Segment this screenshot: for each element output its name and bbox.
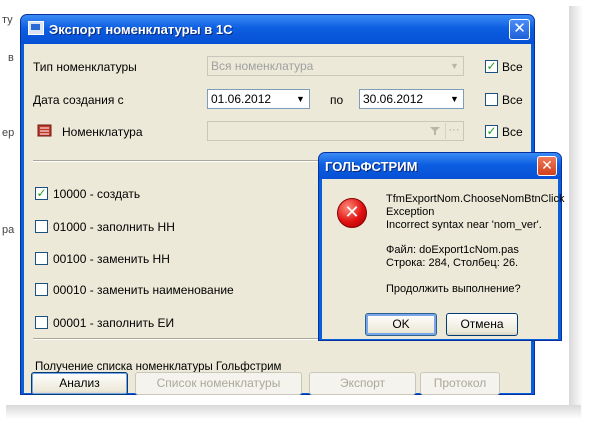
background-window-text: в: [8, 52, 14, 64]
nomenclature-type-value: Вся номенклатура: [211, 59, 314, 73]
error-message-line: Файл: doExport1cNom.pas: [386, 244, 519, 256]
close-button[interactable]: ✕: [537, 156, 557, 176]
date-from-value: 01.06.2012: [211, 92, 272, 106]
error-message-line: Incorrect syntax near 'nom_ver'.: [386, 219, 542, 231]
export-dialog-title: Экспорт номенклатуры в 1С: [49, 22, 233, 37]
nomenclature-type-select[interactable]: Вся номенклатура ▼: [207, 56, 464, 76]
error-dialog: ГОЛЬФСТРИМ ✕ ✕ TfmExportNom.ChooseNomBtn…: [318, 152, 565, 341]
ellipsis-button[interactable]: ···: [445, 123, 462, 139]
creation-date-label: Дата создания с: [33, 93, 124, 107]
type-all-checkbox[interactable]: ✓: [485, 60, 498, 73]
error-message-line: Строка: 284, Столбец: 26.: [386, 257, 519, 269]
export-button[interactable]: Экспорт: [309, 372, 416, 395]
date-all-label: Все: [502, 93, 523, 107]
export-dialog-titlebar[interactable]: Экспорт номенклатуры в 1С ✕: [21, 15, 534, 44]
protocol-button[interactable]: Протокол: [420, 372, 500, 395]
ok-button[interactable]: OK: [365, 313, 437, 336]
catalog-book-icon: [37, 124, 52, 137]
option-label: 10000 - создать: [53, 187, 141, 201]
nomenclature-select[interactable]: [207, 121, 464, 141]
date-to-picker[interactable]: 30.06.2012 ▼: [359, 89, 464, 109]
window-shadow: [569, 6, 583, 418]
option-label: 00001 - заполнить ЕИ: [53, 316, 175, 330]
date-all-checkbox[interactable]: [485, 93, 498, 106]
option-checkbox[interactable]: [35, 252, 48, 265]
background-window-text: ту: [2, 14, 13, 26]
option-label: 01000 - заполнить НН: [53, 220, 175, 234]
chevron-down-icon[interactable]: ▼: [292, 90, 309, 108]
date-to-label: по: [330, 93, 344, 107]
chevron-down-icon[interactable]: ▼: [446, 90, 463, 108]
error-message-line: TfmExportNom.ChooseNomBtnClick: [386, 193, 565, 205]
analyze-button[interactable]: Анализ: [31, 372, 128, 395]
app-window-icon: [28, 21, 44, 35]
error-message-line: Exception: [386, 206, 435, 218]
nomenclature-all-checkbox[interactable]: ✓: [485, 125, 498, 138]
option-checkbox[interactable]: [35, 283, 48, 296]
nomenclature-list-button[interactable]: Список номенклатуры: [135, 372, 302, 395]
option-checkbox[interactable]: ✓: [35, 187, 48, 200]
option-label: 00010 - заменить наименование: [53, 283, 234, 297]
nomenclature-label: Номенклатура: [62, 125, 143, 139]
window-shadow: [6, 405, 581, 419]
option-checkbox[interactable]: [35, 316, 48, 329]
option-checkbox[interactable]: [35, 220, 48, 233]
error-dialog-titlebar[interactable]: ГОЛЬФСТРИМ ✕: [319, 153, 561, 179]
chevron-down-icon[interactable]: ▼: [446, 57, 463, 75]
background-window-text: ер: [2, 127, 15, 139]
cancel-button[interactable]: Отмена: [446, 313, 518, 336]
error-dialog-title: ГОЛЬФСТРИМ: [325, 159, 418, 174]
type-all-label: Все: [502, 60, 523, 74]
background-window-text: ра: [2, 224, 15, 236]
nomenclature-type-label: Тип номенклатуры: [33, 60, 137, 74]
error-x-icon: ✕: [337, 198, 367, 228]
option-label: 00100 - заменить НН: [53, 252, 170, 266]
error-prompt: Продолжить выполнение?: [386, 283, 521, 295]
date-to-value: 30.06.2012: [363, 92, 424, 106]
date-from-picker[interactable]: 01.06.2012 ▼: [207, 89, 310, 109]
filter-funnel-icon[interactable]: [429, 125, 441, 137]
error-dialog-body: ✕ TfmExportNom.ChooseNomBtnClick Excepti…: [322, 179, 565, 339]
nomenclature-all-label: Все: [502, 125, 523, 139]
close-button[interactable]: ✕: [509, 19, 530, 40]
